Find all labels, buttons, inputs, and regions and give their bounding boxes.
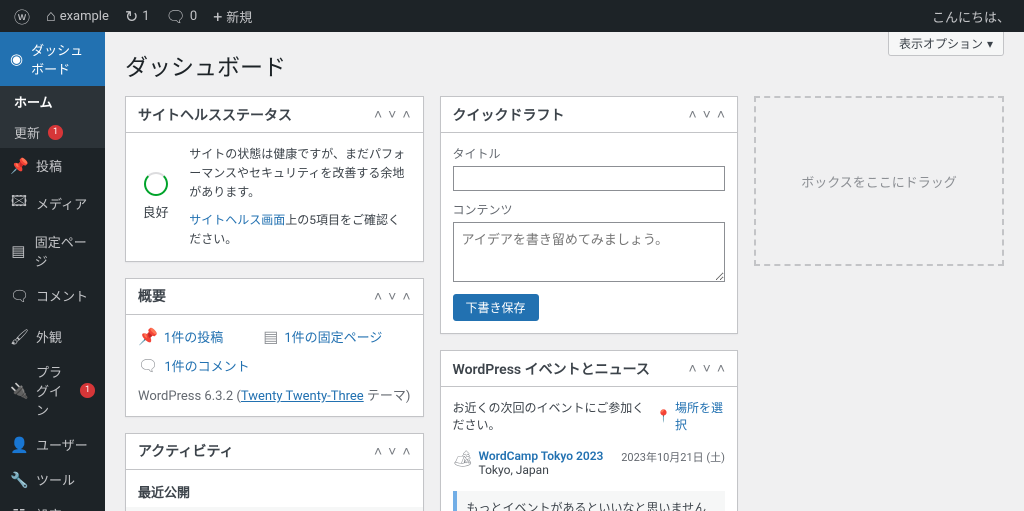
chevron-up-icon[interactable]: ˄	[402, 106, 410, 123]
chevron-down-icon[interactable]: ˅	[703, 360, 711, 377]
comment-icon: 🗨	[166, 7, 186, 26]
wordpress-icon: ⓦ	[14, 4, 30, 28]
glance-posts-link[interactable]: 1件の投稿	[164, 327, 223, 346]
plus-icon: +	[213, 7, 222, 26]
page-icon: ▤	[10, 242, 27, 260]
chevron-up-icon[interactable]: ˄	[374, 288, 382, 305]
glance-title: 概要	[138, 286, 166, 306]
chevron-down-icon[interactable]: ˅	[388, 443, 396, 460]
chevron-up-icon[interactable]: ˄	[717, 360, 725, 377]
updates-link[interactable]: ↻1	[117, 0, 158, 32]
sliders-icon: ☷	[10, 506, 28, 511]
updates-badge: 1	[48, 125, 63, 140]
screen-options-tab[interactable]: 表示オプション▾	[888, 32, 1004, 56]
location-icon: 📍	[656, 409, 671, 423]
health-status: 良好	[138, 202, 173, 221]
event-item: 🏕 WordCamp Tokyo 2023 Tokyo, Japan 2023年…	[453, 443, 726, 483]
box-site-health: サイトヘルスステータス ˄ ˅ ˄ 良好 サイトの状態は健康ですが、まだパフォーマン…	[125, 96, 424, 262]
title-label: タイトル	[453, 145, 726, 162]
wp-logo[interactable]: ⓦ	[6, 0, 38, 32]
comments-link[interactable]: 🗨0	[158, 0, 206, 32]
site-name: example	[60, 9, 109, 24]
howdy-text: こんにちは、	[932, 7, 1010, 26]
menu-tools[interactable]: 🔧ツール	[0, 462, 105, 497]
content-label: コンテンツ	[453, 201, 726, 218]
plugin-icon: 🔌	[10, 382, 28, 400]
wordcamp-icon: 🏕	[453, 449, 469, 477]
page-icon: ▤	[263, 327, 278, 346]
refresh-icon: ↻	[125, 7, 138, 26]
pin-icon: 📌	[138, 327, 158, 346]
menu-users[interactable]: 👤ユーザー	[0, 427, 105, 462]
save-draft-button[interactable]: 下書き保存	[453, 294, 539, 321]
admin-bar: ⓦ ⌂example ↻1 🗨0 +新規 こんにちは、	[0, 0, 1024, 32]
plugins-badge: 1	[80, 383, 95, 398]
comment-icon: 🗨	[10, 287, 28, 305]
chevron-up-icon[interactable]: ˄	[402, 443, 410, 460]
quick-draft-title: クイックドラフト	[453, 105, 565, 125]
menu-posts[interactable]: 📌投稿	[0, 148, 105, 183]
new-label: 新規	[226, 7, 252, 26]
howdy-link[interactable]: こんにちは、	[924, 0, 1018, 32]
site-health-link[interactable]: サイトヘルス画面	[189, 213, 285, 227]
site-health-title: サイトヘルスステータス	[138, 105, 292, 125]
submenu-updates[interactable]: 更新1	[0, 117, 105, 148]
comments-count: 0	[190, 9, 197, 24]
brush-icon: 🖌	[10, 328, 28, 346]
event-cta: もっとイベントがあるといいなと思いませんか ? 次のイベントを企画してください …	[453, 491, 726, 511]
home-icon: ⌂	[46, 6, 56, 26]
box-at-a-glance: 概要 ˄˅˄ 📌1件の投稿 ▤1件の固定ページ 🗨1件のコメント WordPre…	[125, 278, 424, 417]
recent-published-heading: 最近公開	[138, 482, 411, 501]
new-content-link[interactable]: +新規	[205, 0, 260, 32]
chevron-up-icon[interactable]: ˄	[374, 106, 382, 123]
box-activity: アクティビティ ˄ ˅ ˄ 最近公開 9月4日 4:30 AM Hello worl…	[125, 433, 424, 511]
menu-pages[interactable]: ▤固定ページ	[0, 224, 105, 278]
chevron-up-icon[interactable]: ˄	[402, 288, 410, 305]
attend-text: お近くの次回のイベントにご参加ください。	[453, 399, 653, 433]
chevron-up-icon[interactable]: ˄	[717, 106, 725, 123]
media-icon: 🖾	[10, 191, 28, 216]
menu-media[interactable]: 🖾メディア	[0, 183, 105, 224]
chevron-up-icon[interactable]: ˄	[688, 360, 696, 377]
user-icon: 👤	[10, 436, 28, 454]
draft-content-textarea[interactable]	[453, 222, 726, 282]
chevron-down-icon: ▾	[987, 37, 993, 51]
health-message: サイトの状態は健康ですが、まだパフォーマンスやセキュリティを改善する余地がありま…	[189, 145, 410, 203]
event-location: Tokyo, Japan	[479, 463, 612, 477]
health-progress-icon	[144, 172, 168, 196]
event-name-link[interactable]: WordCamp Tokyo 2023	[479, 449, 604, 463]
activity-row: 9月4日 4:30 AM Hello world!	[126, 507, 423, 511]
draft-title-input[interactable]	[453, 166, 726, 191]
dashboard-icon: ◉	[10, 50, 23, 68]
chevron-down-icon[interactable]: ˅	[388, 106, 396, 123]
chevron-up-icon[interactable]: ˄	[374, 443, 382, 460]
menu-dashboard[interactable]: ◉ダッシュボード	[0, 32, 105, 86]
chevron-up-icon[interactable]: ˄	[688, 106, 696, 123]
pin-icon: 📌	[10, 157, 28, 175]
chevron-down-icon[interactable]: ˅	[388, 288, 396, 305]
events-title: WordPress イベントとニュース	[453, 359, 650, 379]
activity-title: アクティビティ	[138, 441, 234, 461]
theme-link[interactable]: Twenty Twenty-Three	[241, 389, 364, 404]
updates-count: 1	[142, 9, 149, 24]
site-name-link[interactable]: ⌂ example	[38, 0, 117, 32]
event-date: 2023年10月21日 (土)	[621, 449, 725, 477]
menu-comments[interactable]: 🗨コメント	[0, 278, 105, 313]
main-content: 表示オプション▾ ダッシュボード サイトヘルスステータス ˄ ˅ ˄ 良好	[105, 32, 1024, 511]
menu-appearance[interactable]: 🖌外観	[0, 319, 105, 354]
admin-sidebar: ◉ダッシュボード ホーム 更新1 📌投稿 🖾メディア ▤固定ページ 🗨コメント …	[0, 32, 105, 511]
select-location-link[interactable]: 場所を選択	[675, 399, 725, 433]
box-quick-draft: クイックドラフト ˄ ˅ ˄ タイトル コンテンツ 下書き保存	[440, 96, 739, 334]
submenu-home[interactable]: ホーム	[0, 86, 105, 117]
glance-pages-link[interactable]: 1件の固定ページ	[284, 327, 382, 346]
page-title: ダッシュボード	[125, 48, 1004, 82]
empty-dropzone[interactable]: ボックスをここにドラッグ	[754, 96, 1004, 266]
menu-settings[interactable]: ☷設定	[0, 497, 105, 511]
glance-comments-link[interactable]: 1件のコメント	[164, 356, 249, 375]
chevron-down-icon[interactable]: ˅	[703, 106, 711, 123]
menu-plugins[interactable]: 🔌プラグイン1	[0, 354, 105, 427]
wrench-icon: 🔧	[10, 471, 28, 489]
comment-icon: 🗨	[138, 356, 158, 375]
box-events-news: WordPress イベントとニュース ˄ ˅ ˄ お近くの次回のイベントにご参加く…	[440, 350, 739, 511]
